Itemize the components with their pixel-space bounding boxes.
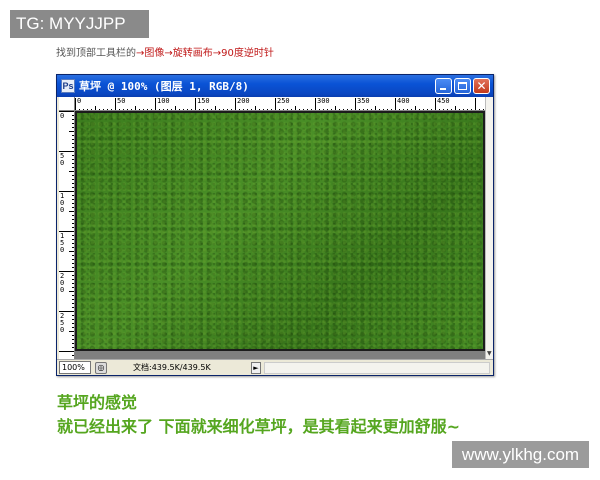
canvas-area[interactable]: [75, 111, 485, 359]
instruction-step-rotate: 旋转画布: [172, 48, 213, 59]
arrow-icon: →: [212, 48, 222, 59]
vertical-scrollbar[interactable]: ▼: [485, 97, 493, 359]
close-icon: ✕: [476, 79, 487, 93]
ruler-label: 200: [60, 272, 65, 294]
ruler-label: 150: [60, 232, 65, 254]
ruler-label: 350: [357, 97, 370, 105]
ruler-label: 400: [397, 97, 410, 105]
minimize-icon: [440, 88, 446, 90]
status-menu-arrow-icon[interactable]: ►: [251, 361, 261, 374]
ruler-origin[interactable]: [59, 97, 75, 111]
ruler-label: 50: [60, 152, 65, 167]
maximize-icon: [458, 82, 467, 90]
ruler-label: 100: [157, 97, 170, 105]
horizontal-scrollbar[interactable]: [264, 361, 490, 374]
window-title: 草坪 @ 100% (图层 1, RGB/8): [79, 80, 249, 93]
zoom-field[interactable]: 100%: [59, 361, 91, 374]
ruler-label: 200: [237, 97, 250, 105]
vertical-ruler[interactable]: 0 50 100 150 200 250: [59, 111, 75, 359]
document-size-info: 文档:439.5K/439.5K: [133, 363, 211, 372]
site-watermark: www.ylkhg.com: [452, 441, 589, 468]
instruction-text: 找到顶部工具栏的→图像→旋转画布→90度逆时针: [56, 44, 274, 59]
status-info-icon[interactable]: ◎: [95, 361, 107, 374]
ruler-label: 250: [60, 312, 65, 334]
tg-badge: TG: MYYJJPP: [10, 10, 149, 38]
instruction-step-ccw: 90度逆时针: [221, 48, 274, 59]
ruler-label: 0: [60, 112, 65, 120]
caption-line-1: 草坪的感觉: [57, 393, 138, 412]
ruler-label: 300: [317, 97, 330, 105]
scroll-down-icon[interactable]: ▼: [487, 351, 492, 357]
ruler-label: 50: [117, 97, 126, 105]
maximize-button[interactable]: [454, 78, 471, 94]
ruler-label: 0: [77, 97, 82, 105]
document-window: Ps 草坪 @ 100% (图层 1, RGB/8) ✕ 0 50 100 15…: [56, 74, 494, 376]
close-button[interactable]: ✕: [473, 78, 490, 94]
grass-canvas[interactable]: [75, 111, 485, 351]
status-bar: 100% ◎ 文档:439.5K/439.5K ►: [57, 359, 493, 375]
arrow-icon: →: [164, 48, 173, 59]
window-controls: ✕: [435, 78, 490, 94]
photoshop-app-icon[interactable]: Ps: [61, 79, 75, 93]
ruler-label: 150: [197, 97, 210, 105]
horizontal-ruler[interactable]: 0 50 100 150 200 250 300 350 400 450: [75, 97, 485, 111]
instruction-step-image: 图像: [144, 48, 165, 59]
caption-line-2: 就已经出来了 下面就来细化草坪，是其看起来更加舒服~: [57, 417, 460, 436]
ruler-label: 250: [277, 97, 290, 105]
ruler-label: 100: [60, 192, 65, 214]
window-titlebar[interactable]: Ps 草坪 @ 100% (图层 1, RGB/8) ✕: [57, 75, 493, 97]
minimize-button[interactable]: [435, 78, 452, 94]
instruction-prefix: 找到顶部工具栏的: [56, 48, 136, 59]
ruler-label: 450: [437, 97, 450, 105]
